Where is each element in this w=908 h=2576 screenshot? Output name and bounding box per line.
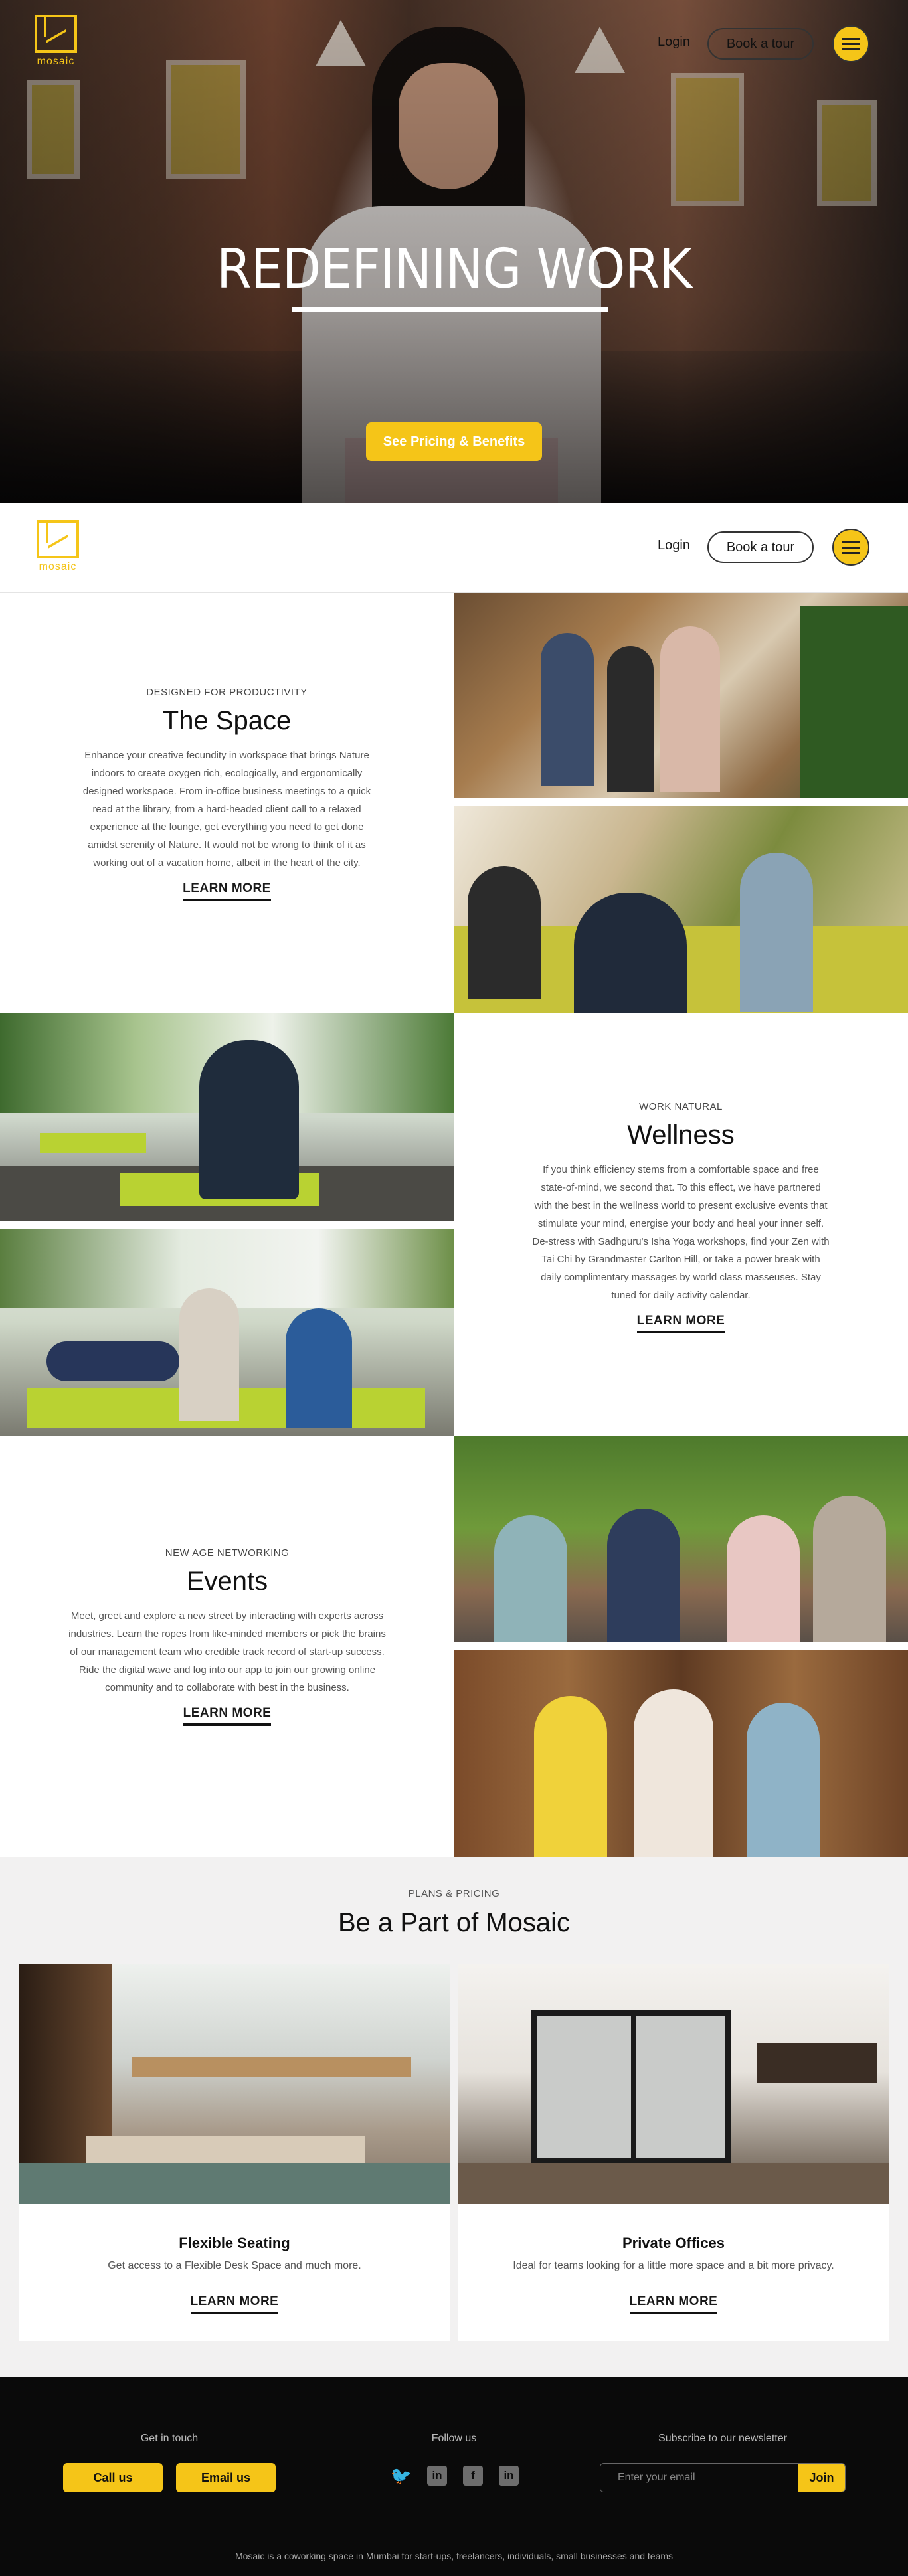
- plan-card-private: Private Offices Ideal for teams looking …: [458, 1964, 889, 2341]
- plan-image-private: [458, 1964, 889, 2204]
- section-title: The Space: [162, 706, 292, 735]
- hero-menu-button[interactable]: [832, 25, 869, 62]
- newsletter-title: Subscribe to our newsletter: [658, 2433, 787, 2444]
- space-learn-more-link[interactable]: LEARN MORE: [183, 881, 271, 901]
- section-body: Enhance your creative fecundity in works…: [82, 750, 371, 869]
- newsletter-form: Join: [600, 2463, 846, 2492]
- site-header: mosaic Login Book a tour: [0, 503, 908, 593]
- wellness-learn-more-link[interactable]: LEARN MORE: [636, 1314, 725, 1333]
- newsletter-email-input[interactable]: [600, 2464, 798, 2492]
- follow-title: Follow us: [431, 2433, 477, 2444]
- contact-title: Get in touch: [140, 2433, 199, 2444]
- logo-wordmark: mosaic: [39, 561, 77, 572]
- section-eyebrow: DESIGNED FOR PRODUCTIVITY: [146, 687, 308, 698]
- events-photo-library: [454, 1650, 908, 1857]
- events-photo-lounge: [454, 1436, 908, 1642]
- plans-title: Be a Part of Mosaic: [337, 1908, 571, 1937]
- logo-wordmark: mosaic: [37, 56, 75, 67]
- wellness-section: WORK NATURAL Wellness If you think effic…: [531, 1101, 830, 1333]
- logo-mark-icon: [37, 520, 79, 558]
- section-eyebrow: NEW AGE NETWORKING: [165, 1547, 290, 1559]
- plan-title: Flexible Seating: [179, 2235, 290, 2251]
- plans-eyebrow: PLANS & PRICING: [408, 1888, 500, 1899]
- section-body: Meet, greet and explore a new street by …: [68, 1610, 386, 1693]
- header-book-tour-button[interactable]: Book a tour: [707, 531, 814, 563]
- events-section: NEW AGE NETWORKING Events Meet, greet an…: [66, 1547, 388, 1726]
- plan-description: Get access to a Flexible Desk Space and …: [108, 2260, 361, 2271]
- linkedin-icon[interactable]: in: [499, 2466, 519, 2486]
- plan-description: Ideal for teams looking for a little mor…: [513, 2260, 834, 2271]
- call-us-button[interactable]: Call us: [63, 2463, 163, 2492]
- private-learn-more-link[interactable]: LEARN MORE: [629, 2294, 718, 2314]
- wellness-photo-stretch: [0, 1229, 454, 1436]
- hero-banner: mosaic Login Book a tour REDEFINING WORK…: [0, 0, 908, 503]
- facebook-icon[interactable]: f: [463, 2466, 483, 2486]
- linkedin-icon[interactable]: in: [427, 2466, 447, 2486]
- hero-logo[interactable]: mosaic: [35, 15, 77, 68]
- hero-book-tour-button[interactable]: Book a tour: [707, 28, 814, 60]
- events-learn-more-link[interactable]: LEARN MORE: [183, 1706, 272, 1726]
- space-photo-desks: [454, 806, 908, 1013]
- section-body: If you think efficiency stems from a com…: [532, 1164, 830, 1301]
- section-eyebrow: WORK NATURAL: [639, 1101, 723, 1112]
- hero-title-underline: [292, 307, 608, 312]
- see-pricing-button[interactable]: See Pricing & Benefits: [366, 422, 542, 461]
- newsletter-join-button[interactable]: Join: [798, 2464, 845, 2492]
- plan-image-flexible: [19, 1964, 450, 2204]
- hero-login-link[interactable]: Login: [658, 35, 690, 50]
- email-us-button[interactable]: Email us: [176, 2463, 276, 2492]
- hero-title: REDEFINING WORK: [216, 236, 692, 301]
- logo-mark-icon: [35, 15, 77, 53]
- flexible-learn-more-link[interactable]: LEARN MORE: [190, 2294, 279, 2314]
- section-title: Events: [186, 1567, 268, 1596]
- plan-card-flexible: Flexible Seating Get access to a Flexibl…: [19, 1964, 450, 2341]
- section-title: Wellness: [627, 1120, 735, 1150]
- space-photo-team: [454, 593, 908, 798]
- hamburger-icon: [842, 541, 860, 543]
- wellness-photo-yoga: [0, 1013, 454, 1221]
- hamburger-icon: [842, 37, 860, 40]
- header-menu-button[interactable]: [832, 529, 869, 566]
- twitter-icon[interactable]: 🐦: [391, 2466, 412, 2486]
- plan-title: Private Offices: [622, 2235, 725, 2251]
- footer-note: Mosaic is a coworking space in Mumbai fo…: [234, 2551, 674, 2561]
- header-logo[interactable]: mosaic: [37, 520, 79, 573]
- header-login-link[interactable]: Login: [658, 538, 690, 553]
- space-section: DESIGNED FOR PRODUCTIVITY The Space Enha…: [80, 687, 374, 901]
